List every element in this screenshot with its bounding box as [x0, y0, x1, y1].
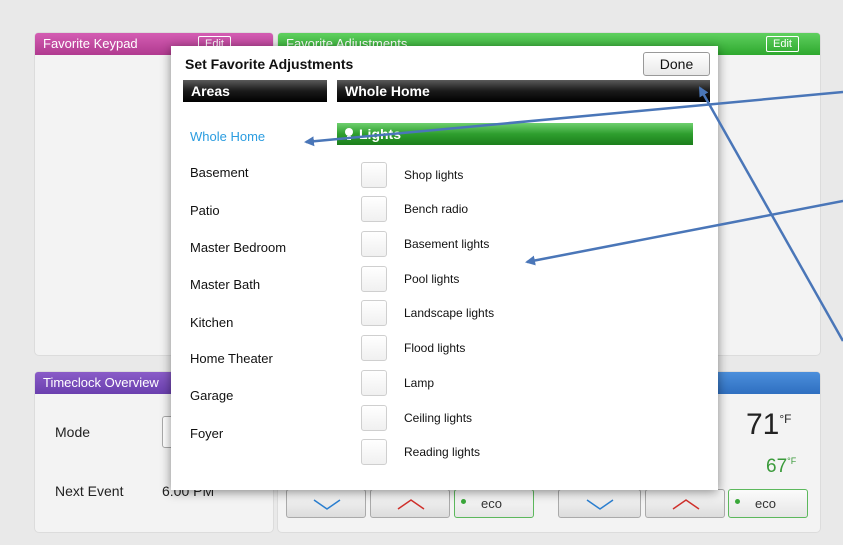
lights-section-title: Lights: [359, 126, 401, 142]
current-temperature: 71°F: [746, 408, 792, 441]
area-item-basement[interactable]: Basement: [190, 165, 249, 180]
favorite-adjustments-edit-button[interactable]: Edit: [766, 36, 799, 52]
light-label: Pool lights: [404, 272, 460, 286]
checkbox[interactable]: [361, 196, 387, 222]
eco-indicator-icon: [735, 499, 740, 504]
next-event-label: Next Event: [55, 483, 124, 499]
area-item-garage[interactable]: Garage: [190, 388, 233, 403]
light-label: Flood lights: [404, 341, 466, 355]
dialog-title: Set Favorite Adjustments: [185, 56, 354, 72]
favorite-keypad-title: Favorite Keypad: [43, 36, 138, 51]
light-label: Reading lights: [404, 445, 481, 459]
area-item-foyer[interactable]: Foyer: [190, 426, 223, 441]
chevron-up-icon: [397, 499, 425, 510]
area-item-patio[interactable]: Patio: [190, 203, 220, 218]
chevron-down-icon: [313, 499, 341, 510]
chevron-down-icon: [586, 499, 614, 510]
eco-button-1[interactable]: eco: [454, 489, 534, 518]
checkbox[interactable]: [361, 335, 387, 361]
eco-button-2[interactable]: eco: [728, 489, 808, 518]
checkbox[interactable]: [361, 405, 387, 431]
eco-label-1: eco: [481, 496, 502, 511]
done-button[interactable]: Done: [643, 52, 710, 76]
light-label: Basement lights: [404, 237, 490, 251]
light-label: Shop lights: [404, 168, 464, 182]
checkbox[interactable]: [361, 300, 387, 326]
light-label: Bench radio: [404, 202, 469, 216]
light-label: Lamp: [404, 376, 435, 390]
timeclock-title: Timeclock Overview: [43, 375, 159, 390]
area-item-home-theater[interactable]: Home Theater: [190, 351, 273, 366]
area-item-master-bedroom[interactable]: Master Bedroom: [190, 240, 286, 255]
chevron-up-icon: [672, 499, 700, 510]
checkbox[interactable]: [361, 266, 387, 292]
mode-label: Mode: [55, 424, 91, 440]
setpoint-temperature: 67°F: [766, 456, 797, 477]
set-favorite-adjustments-dialog: Set Favorite Adjustments Done Areas Whol…: [171, 46, 718, 490]
selected-area-header: Whole Home: [337, 80, 710, 102]
area-item-whole-home[interactable]: Whole Home: [190, 129, 265, 144]
increase-button-2[interactable]: [645, 489, 725, 518]
eco-indicator-icon: [461, 499, 466, 504]
light-label: Ceiling lights: [404, 411, 473, 425]
decrease-button-2[interactable]: [558, 489, 641, 518]
area-item-master-bath[interactable]: Master Bath: [190, 277, 260, 292]
area-item-kitchen[interactable]: Kitchen: [190, 315, 233, 330]
lights-section-header: Lights: [337, 123, 693, 145]
checkbox[interactable]: [361, 370, 387, 396]
areas-header: Areas: [183, 80, 327, 102]
checkbox[interactable]: [361, 231, 387, 257]
decrease-button-1[interactable]: [286, 489, 366, 518]
lightbulb-icon: [345, 128, 353, 140]
light-label: Landscape lights: [404, 306, 495, 320]
eco-label-2: eco: [755, 496, 776, 511]
increase-button-1[interactable]: [370, 489, 450, 518]
checkbox[interactable]: [361, 162, 387, 188]
checkbox[interactable]: [361, 439, 387, 465]
